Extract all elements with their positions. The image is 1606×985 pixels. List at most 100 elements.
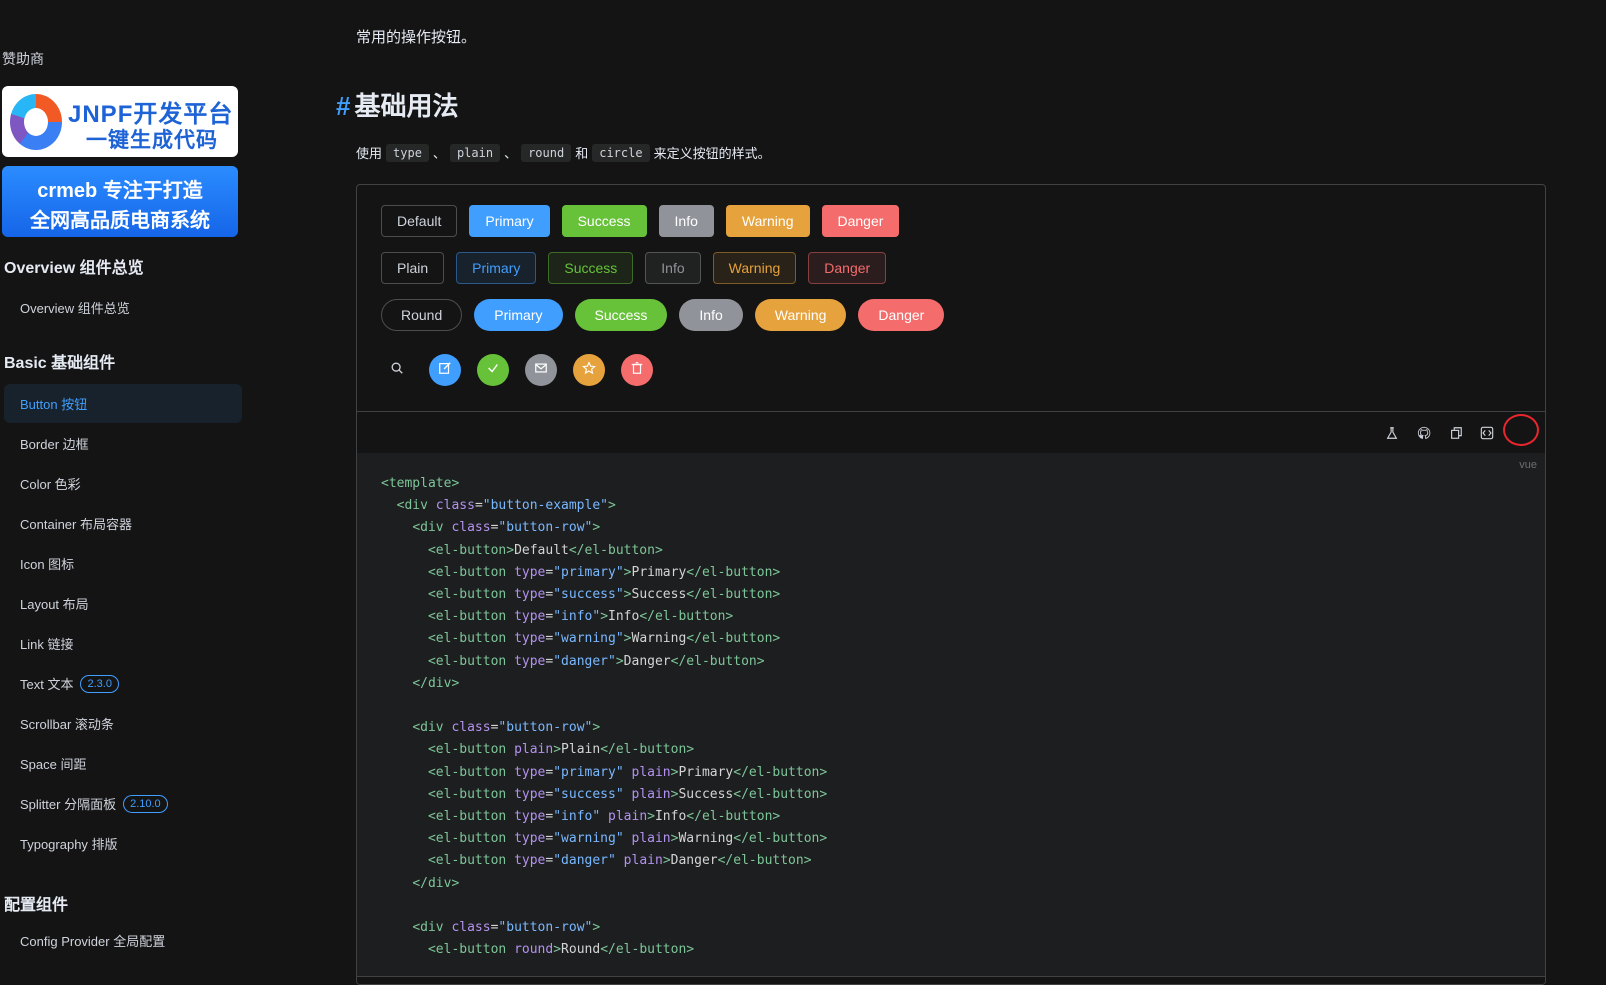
danger-button[interactable]: Danger bbox=[821, 205, 900, 237]
round-button[interactable]: Round bbox=[381, 299, 463, 331]
sidebar-item-overview[interactable]: Overview 组件总览 bbox=[4, 288, 242, 327]
sidebar-item-label: Link 链接 bbox=[20, 637, 74, 652]
desc-text: 使用 bbox=[356, 146, 383, 161]
plain-info-button[interactable]: Info bbox=[645, 252, 701, 284]
demo-block: Default Primary Success Info Warning Dan… bbox=[356, 184, 1546, 985]
sidebar-item-scrollbar[interactable]: Scrollbar 滚动条 bbox=[4, 704, 242, 743]
sidebar-item-icon[interactable]: Icon 图标 bbox=[4, 544, 242, 583]
plain-primary-button[interactable]: Primary bbox=[456, 252, 537, 284]
circle-edit-button[interactable] bbox=[429, 354, 461, 386]
round-info-button[interactable]: Info bbox=[679, 299, 743, 331]
code-footer bbox=[357, 976, 1545, 984]
sponsor-ad-crmeb[interactable]: crmeb 专注于打造 全网高品质电商系统 bbox=[2, 166, 238, 237]
sidebar-item-label: Color 色彩 bbox=[20, 477, 81, 492]
section-heading: # 基础用法 bbox=[336, 86, 458, 123]
round-primary-button[interactable]: Primary bbox=[474, 299, 563, 331]
sidebar-item-label: Scrollbar 滚动条 bbox=[20, 717, 114, 732]
inline-code: type bbox=[386, 143, 429, 162]
desc-text: 来定义按钮的样式。 bbox=[653, 146, 771, 161]
sidebar-item-label: Config Provider 全局配置 bbox=[20, 934, 166, 949]
ad-line1: crmeb 专注于打造 bbox=[37, 180, 203, 202]
check-icon bbox=[486, 361, 500, 380]
sidebar-item-button[interactable]: Button 按钮 bbox=[4, 384, 242, 423]
sidebar-item-label: Text 文本 bbox=[20, 677, 74, 692]
sidebar-item-layout[interactable]: Layout 布局 bbox=[4, 584, 242, 623]
version-badge: 2.3.0 bbox=[80, 674, 119, 693]
success-button[interactable]: Success bbox=[561, 205, 647, 237]
sidebar-item-link[interactable]: Link 链接 bbox=[4, 624, 242, 663]
circle-search-button[interactable] bbox=[381, 354, 413, 386]
sidebar-item-config-provider[interactable]: Config Provider 全局配置 bbox=[4, 921, 242, 960]
github-icon[interactable] bbox=[1415, 424, 1433, 442]
plain-danger-button[interactable]: Danger bbox=[808, 252, 887, 284]
inline-code: round bbox=[521, 143, 572, 162]
sidebar-item-border[interactable]: Border 边框 bbox=[4, 424, 242, 463]
button-row-basic: Default Primary Success Info Warning Dan… bbox=[381, 205, 900, 237]
code-content: <template> <div class="button-example"> … bbox=[381, 476, 828, 958]
round-success-button[interactable]: Success bbox=[574, 299, 668, 331]
sidebar: 赞助商 JNPF开发平台 一键生成代码 crmeb 专注于打造 全网高品质电商系… bbox=[0, 0, 244, 985]
annotation-circle bbox=[1503, 414, 1539, 446]
intro-text: 常用的操作按钮。 bbox=[356, 29, 477, 46]
heading-anchor[interactable]: # bbox=[336, 91, 350, 121]
round-danger-button[interactable]: Danger bbox=[858, 299, 945, 331]
heading-text: 基础用法 bbox=[354, 91, 459, 121]
sidebar-item-label: Splitter 分隔面板 bbox=[20, 797, 117, 812]
search-icon bbox=[390, 361, 404, 380]
copy-icon[interactable] bbox=[1447, 424, 1465, 442]
sponsor-title: 赞助商 bbox=[2, 51, 44, 67]
sidebar-item-label: Button 按钮 bbox=[20, 397, 88, 412]
round-warning-button[interactable]: Warning bbox=[754, 299, 847, 331]
inline-code: plain bbox=[449, 143, 501, 162]
circle-message-button[interactable] bbox=[525, 354, 557, 386]
version-badge: 2.10.0 bbox=[123, 794, 168, 813]
info-button[interactable]: Info bbox=[658, 205, 714, 237]
message-icon bbox=[534, 361, 548, 380]
star-icon bbox=[582, 360, 596, 380]
jnpf-logo-icon bbox=[10, 94, 62, 150]
edit-icon bbox=[438, 361, 452, 380]
circle-check-button[interactable] bbox=[477, 354, 509, 386]
view-source-icon[interactable] bbox=[1478, 424, 1496, 442]
playground-icon[interactable] bbox=[1383, 424, 1401, 442]
code-block: vue <template> <div class="button-exampl… bbox=[357, 453, 1545, 984]
sidebar-item-label: Space 间距 bbox=[20, 757, 87, 772]
sponsor-ad-jnpf[interactable]: JNPF开发平台 一键生成代码 bbox=[2, 86, 238, 157]
default-button[interactable]: Default bbox=[381, 205, 458, 237]
sidebar-item-label: Container 布局容器 bbox=[20, 517, 132, 532]
desc-text: 和 bbox=[575, 146, 589, 161]
primary-button[interactable]: Primary bbox=[469, 205, 550, 237]
plain-button[interactable]: Plain bbox=[381, 252, 445, 284]
sidebar-item-splitter[interactable]: Splitter 分隔面板 2.10.0 bbox=[4, 784, 242, 823]
sidebar-item-label: Icon 图标 bbox=[20, 557, 75, 572]
circle-star-button[interactable] bbox=[573, 354, 605, 386]
plain-warning-button[interactable]: Warning bbox=[712, 252, 797, 284]
delete-icon bbox=[630, 361, 644, 380]
inline-code: circle bbox=[592, 143, 650, 162]
sidebar-item-label: Overview 组件总览 bbox=[20, 301, 130, 316]
demo-preview: Default Primary Success Info Warning Dan… bbox=[357, 185, 1545, 411]
button-row-round: Round Primary Success Info Warning Dange… bbox=[381, 299, 945, 331]
sidebar-item-label: Border 边框 bbox=[20, 437, 89, 452]
desc-text: 、 bbox=[432, 146, 446, 161]
sidebar-item-space[interactable]: Space 间距 bbox=[4, 744, 242, 783]
code-language-label: vue bbox=[1519, 459, 1537, 471]
sidebar-item-label: Typography 排版 bbox=[20, 837, 118, 852]
sidebar-item-text[interactable]: Text 文本 2.3.0 bbox=[4, 664, 242, 703]
nav-group-title: 配置组件 bbox=[4, 897, 69, 914]
sidebar-item-container[interactable]: Container 布局容器 bbox=[4, 504, 242, 543]
sidebar-item-color[interactable]: Color 色彩 bbox=[4, 464, 242, 503]
circle-delete-button[interactable] bbox=[621, 354, 653, 386]
plain-success-button[interactable]: Success bbox=[548, 252, 634, 284]
demo-toolbar bbox=[357, 411, 1545, 453]
desc-text: 、 bbox=[504, 146, 518, 161]
sidebar-item-label: Layout 布局 bbox=[20, 597, 89, 612]
section-description: 使用 type 、 plain 、 round 和 circle 来定义按钮的样… bbox=[356, 143, 771, 162]
ad-line2: 一键生成代码 bbox=[86, 129, 218, 152]
sidebar-item-typography[interactable]: Typography 排版 bbox=[4, 824, 242, 863]
ad-line2: 全网高品质电商系统 bbox=[30, 210, 210, 232]
button-row-circle bbox=[381, 354, 653, 386]
nav-group-title: Basic 基础组件 bbox=[4, 355, 116, 372]
button-row-plain: Plain Primary Success Info Warning Dange… bbox=[381, 252, 887, 284]
warning-button[interactable]: Warning bbox=[725, 205, 810, 237]
